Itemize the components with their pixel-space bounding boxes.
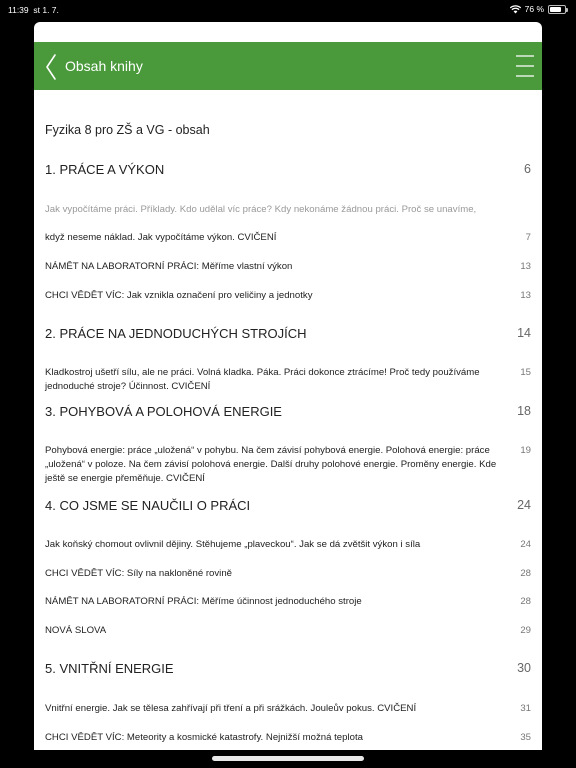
entry-text: CHCI VĚDĚT VÍC: Meteority a kosmické kat… — [45, 732, 363, 743]
entry-page: 13 — [520, 290, 531, 301]
chapter-title: 4. CO JSME SE NAUČILI O PRÁCI — [45, 498, 251, 513]
chapter-title: 3. POHYBOVÁ A POLOHOVÁ ENERGIE — [45, 404, 282, 419]
entry-row[interactable]: CHCI VĚDĚT VÍC: Síly na nakloněné rovině… — [45, 567, 531, 581]
entry-row[interactable]: NÁMĚT NA LABORATORNÍ PRÁCI: Měříme vlast… — [45, 260, 531, 274]
chapter-page: 6 — [524, 162, 531, 176]
entry-page: 13 — [520, 261, 531, 272]
chapter-title: 5. VNITŘNÍ ENERGIE — [45, 661, 174, 676]
entry-page: 29 — [520, 625, 531, 636]
battery-icon — [548, 4, 568, 14]
chapter-row[interactable]: 3. POHYBOVÁ A POLOHOVÁ ENERGIE 18 — [45, 404, 531, 419]
battery-percent: 76 % — [524, 4, 544, 14]
entry-row[interactable]: když neseme náklad. Jak vypočítáme výkon… — [45, 231, 531, 245]
book-title: Fyzika 8 pro ZŠ a VG - obsah — [45, 123, 210, 137]
entry-row[interactable]: NÁMĚT NA LABORATORNÍ PRÁCI: Měříme účinn… — [45, 595, 531, 609]
status-right: 76 % — [509, 4, 568, 14]
entry-row[interactable]: CHCI VĚDĚT VÍC: Meteority a kosmické kat… — [45, 731, 531, 745]
entry-row[interactable]: Jak koňský chomout ovlivnil dějiny. Stěh… — [45, 538, 531, 552]
entry-text: když neseme náklad. Jak vypočítáme výkon… — [45, 232, 277, 243]
book-contents-sheet: Obsah knihy Fyzika 8 pro ZŠ a VG - obsah… — [34, 22, 542, 750]
entry-text: Pohybová energie: práce „uložená“ v pohy… — [45, 445, 497, 484]
app-header: Obsah knihy — [34, 42, 542, 90]
entry-row[interactable]: CHCI VĚDĚT VÍC: Jak vznikla označení pro… — [45, 289, 531, 303]
entry-text: NÁMĚT NA LABORATORNÍ PRÁCI: Měříme účinn… — [45, 596, 362, 607]
status-bar: 11:39 st 1. 7. 76 % — [0, 0, 576, 20]
chapter-row[interactable]: 4. CO JSME SE NAUČILI O PRÁCI 24 — [45, 498, 531, 513]
chapter-title: 1. PRÁCE A VÝKON — [45, 162, 165, 177]
entry-page: 7 — [525, 232, 531, 243]
chapter-page: 14 — [517, 326, 531, 340]
chapter-row[interactable]: 5. VNITŘNÍ ENERGIE 30 — [45, 661, 531, 676]
entry-text: NÁMĚT NA LABORATORNÍ PRÁCI: Měříme vlast… — [45, 261, 293, 272]
chapter-page: 30 — [517, 661, 531, 675]
entry-row[interactable]: Pohybová energie: práce „uložená“ v pohy… — [45, 444, 531, 486]
chapter-row[interactable]: 2. PRÁCE NA JEDNODUCHÝCH STROJÍCH 14 — [45, 326, 531, 341]
chevron-left-icon[interactable] — [44, 53, 58, 81]
entry-row[interactable]: Jak vypočítáme práci. Příklady. Kdo uděl… — [45, 203, 531, 217]
entry-text: CHCI VĚDĚT VÍC: Jak vznikla označení pro… — [45, 290, 313, 301]
entry-page: 35 — [520, 732, 531, 743]
chapter-row[interactable]: 1. PRÁCE A VÝKON 6 — [45, 162, 531, 177]
wifi-icon — [509, 4, 521, 13]
entry-page: 31 — [520, 703, 531, 714]
entry-text: CHCI VĚDĚT VÍC: Síly na nakloněné rovině — [45, 568, 232, 579]
entry-text: Jak koňský chomout ovlivnil dějiny. Stěh… — [45, 539, 421, 550]
entry-text: Kladkostroj ušetří sílu, ale ne práci. V… — [45, 367, 480, 392]
chapter-page: 24 — [517, 498, 531, 512]
entry-page: 28 — [520, 596, 531, 607]
header-title[interactable]: Obsah knihy — [65, 58, 143, 74]
chapter-page: 18 — [517, 404, 531, 418]
home-indicator[interactable] — [212, 756, 364, 761]
status-time-date: 11:39 st 1. 7. — [8, 5, 59, 15]
entry-page: 28 — [520, 568, 531, 579]
entry-text: Jak vypočítáme práci. Příklady. Kdo uděl… — [45, 204, 477, 215]
hamburger-menu-icon[interactable] — [516, 54, 534, 78]
entry-page: 19 — [520, 445, 531, 456]
entry-page: 24 — [520, 539, 531, 550]
entry-row[interactable]: NOVÁ SLOVA 29 — [45, 624, 531, 638]
entry-row[interactable]: Vnitřní energie. Jak se tělesa zahřívají… — [45, 702, 531, 716]
entry-row[interactable]: Kladkostroj ušetří sílu, ale ne práci. V… — [45, 366, 531, 394]
entry-text: Vnitřní energie. Jak se tělesa zahřívají… — [45, 703, 417, 714]
entry-text: NOVÁ SLOVA — [45, 625, 107, 636]
chapter-title: 2. PRÁCE NA JEDNODUCHÝCH STROJÍCH — [45, 326, 307, 341]
entry-page: 15 — [520, 367, 531, 378]
